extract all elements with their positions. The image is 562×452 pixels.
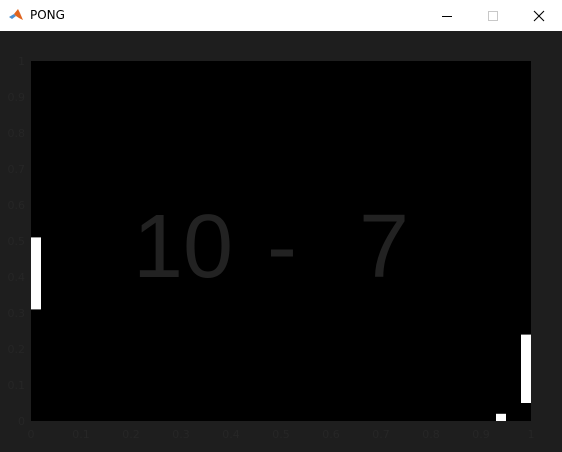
y-tick-label: 0.9 — [8, 91, 26, 104]
ball — [496, 413, 506, 421]
close-button[interactable] — [516, 0, 562, 31]
pong-axes: 0 0.1 0.2 0.3 0.4 0.5 0.6 0.7 0.8 0.9 1 0 0.1 0.2 0.3… — [8, 55, 535, 441]
x-tick-label: 0.9 — [472, 428, 490, 441]
x-tick-label: 0.4 — [222, 428, 240, 441]
maximize-icon — [488, 10, 498, 21]
window-title: PONG — [30, 8, 65, 22]
x-tick-label: 0.3 — [172, 428, 190, 441]
y-tick-label: 0.3 — [8, 307, 26, 320]
y-tick-label: 0.5 — [8, 235, 26, 248]
x-tick-label: 0.2 — [122, 428, 140, 441]
x-tick-label: 0 — [28, 428, 35, 441]
right-paddle — [521, 334, 531, 403]
y-tick-label: 0.4 — [8, 271, 26, 284]
x-tick-label: 0.5 — [272, 428, 290, 441]
y-tick-label: 0.2 — [8, 343, 26, 356]
x-tick-label: 0.6 — [322, 428, 340, 441]
close-icon — [533, 10, 545, 21]
left-paddle — [31, 237, 41, 310]
pong-window: PONG 0 0.1 0.2 0.3 0.4 0.5 0.6 0.7 0.8 0.9 1 0 0.1 0… — [0, 0, 562, 452]
y-tick-label: 1 — [18, 55, 25, 68]
y-tick-label: 0.7 — [8, 163, 26, 176]
title-bar[interactable]: PONG — [0, 0, 562, 31]
y-tick-label: 0.8 — [8, 127, 26, 140]
score-right: 7 — [359, 197, 409, 297]
figure-canvas: 0 0.1 0.2 0.3 0.4 0.5 0.6 0.7 0.8 0.9 1 0 0.1 0.2 0.3… — [0, 31, 562, 452]
x-tick-label: 0.1 — [72, 428, 90, 441]
x-tick-label: 0.7 — [372, 428, 390, 441]
maximize-button[interactable] — [470, 0, 516, 31]
x-tick-labels: 0 0.1 0.2 0.3 0.4 0.5 0.6 0.7 0.8 0.9 1 — [28, 428, 535, 441]
minimize-icon — [442, 15, 452, 17]
y-tick-labels: 0 0.1 0.2 0.3 0.4 0.5 0.6 0.7 0.8 0.9 1 — [8, 55, 26, 428]
x-tick-label: 0.8 — [422, 428, 440, 441]
score-separator: - — [267, 197, 297, 297]
score-left: 10 — [133, 197, 233, 297]
matlab-icon — [8, 7, 24, 23]
x-tick-label: 1 — [528, 428, 535, 441]
y-tick-label: 0.6 — [8, 199, 26, 212]
y-tick-label: 0 — [18, 415, 25, 428]
y-tick-label: 0.1 — [8, 379, 26, 392]
minimize-button[interactable] — [424, 0, 470, 31]
